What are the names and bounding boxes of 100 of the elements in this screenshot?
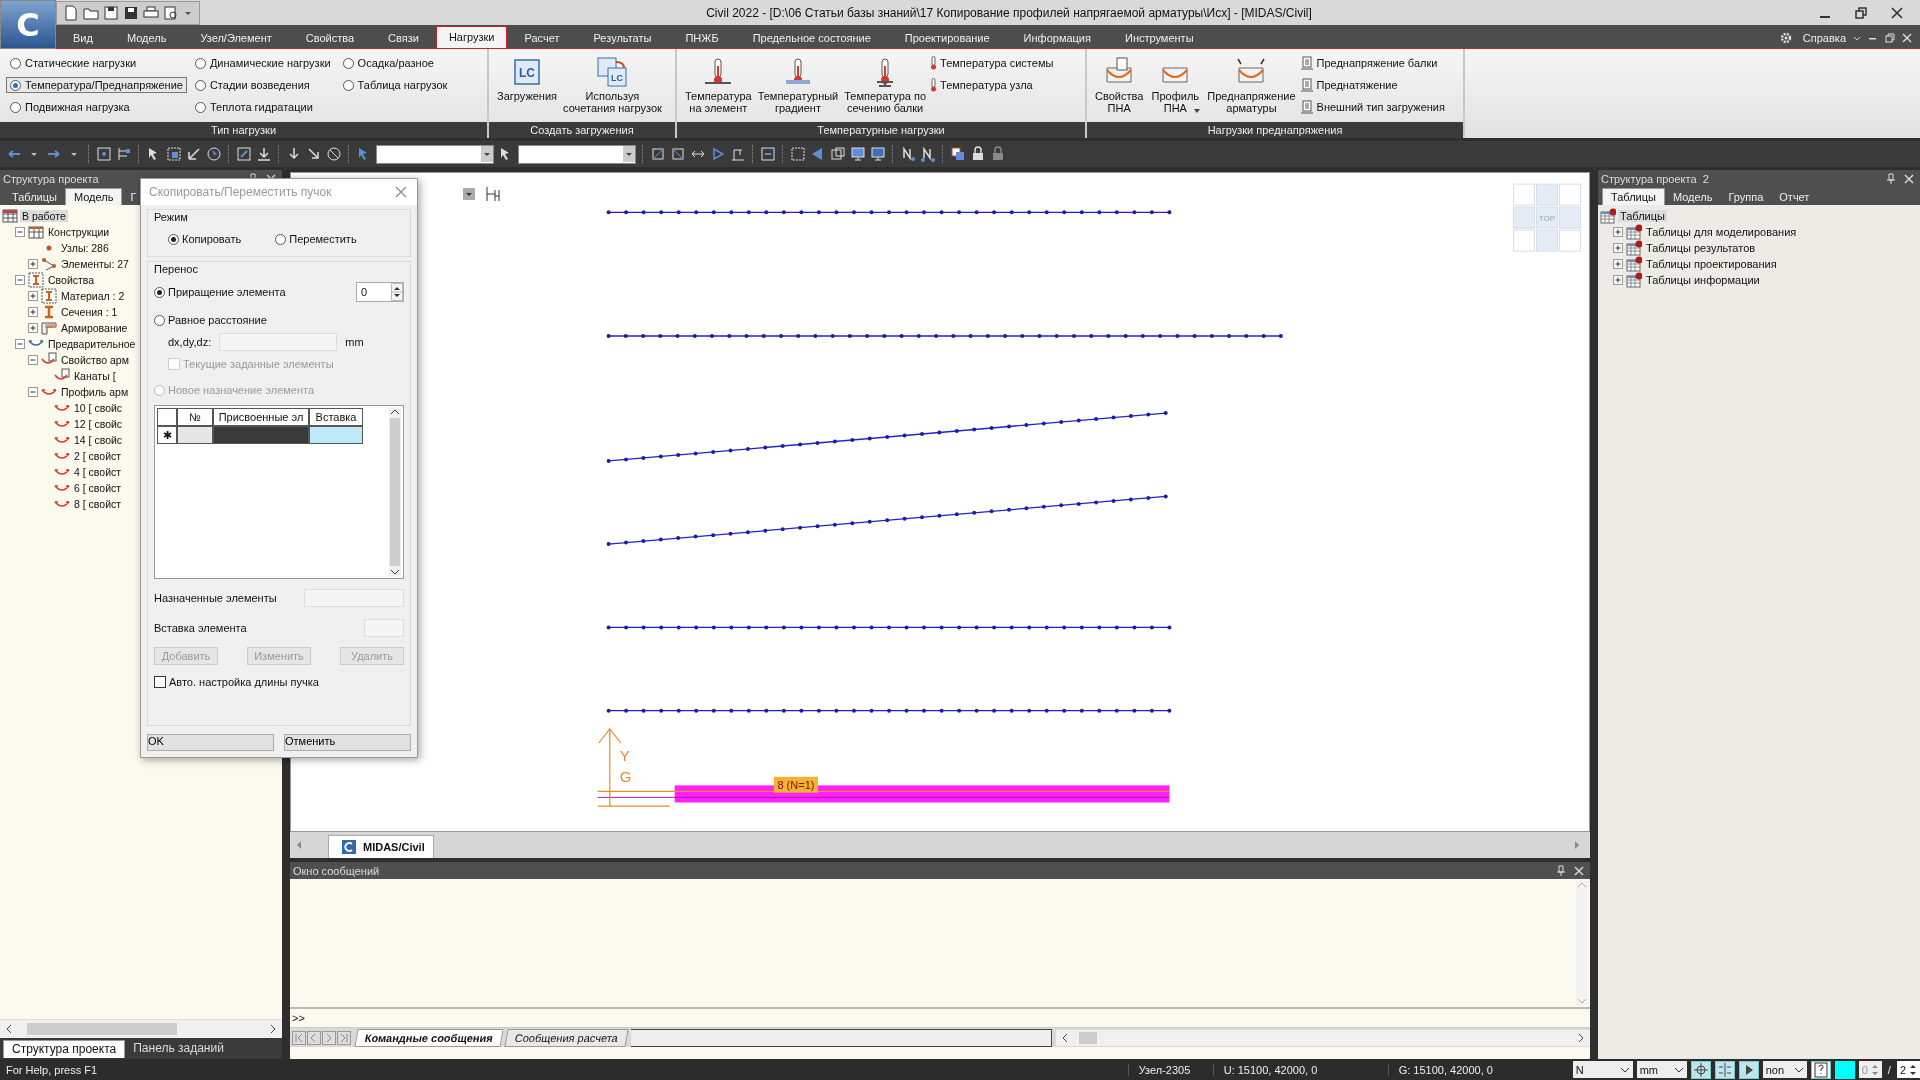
radio-button[interactable]	[342, 57, 354, 69]
pin-icon[interactable]	[1556, 864, 1566, 877]
help-menu[interactable]: Справка	[1802, 32, 1846, 44]
caret-icon[interactable]	[623, 145, 635, 162]
horizontal-scrollbar[interactable]	[1055, 1029, 1590, 1046]
radio-button[interactable]	[342, 79, 354, 91]
spin-arrows-icon[interactable]	[391, 283, 403, 301]
tree-item[interactable]: 14 [ свойс	[72, 434, 125, 446]
scroll-left-icon[interactable]	[5, 1024, 13, 1034]
tree-item[interactable]: 8 [ свойст	[72, 498, 124, 510]
menu-tab[interactable]: Нагрузки	[435, 26, 508, 48]
zoom-box-icon[interactable]	[760, 146, 776, 162]
tab-navigation-icon[interactable]	[292, 1030, 352, 1045]
table-cell[interactable]	[177, 426, 213, 444]
scroll-thumb[interactable]	[1078, 1031, 1097, 1044]
tree-item[interactable]: Конструкции	[46, 226, 112, 238]
crane-icon[interactable]	[730, 146, 746, 162]
tree-item[interactable]: В работе	[20, 210, 68, 222]
panel-tab[interactable]: Таблицы	[1602, 188, 1665, 205]
radio-button[interactable]	[275, 233, 287, 245]
tree-item[interactable]: Узлы: 286	[59, 242, 111, 254]
checkbox[interactable]	[154, 676, 166, 688]
scroll-right-icon[interactable]	[269, 1024, 277, 1034]
menu-tab[interactable]: Информация	[1006, 28, 1108, 48]
menu-tab[interactable]: Проектирование	[887, 28, 1007, 48]
window-icon[interactable]	[830, 146, 846, 162]
radio-button[interactable]	[168, 233, 179, 245]
monitor-icon[interactable]	[850, 146, 866, 162]
tree-item[interactable]: Свойство арм	[59, 354, 131, 366]
print-preview-icon[interactable]	[163, 4, 179, 21]
collapse-icon[interactable]	[28, 386, 39, 398]
expand-icon[interactable]	[1613, 274, 1624, 286]
radio-button[interactable]	[10, 57, 21, 69]
menu-tab[interactable]: Модель	[109, 28, 184, 48]
vertical-scrollbar[interactable]	[389, 408, 401, 576]
table-cell[interactable]	[213, 426, 309, 444]
frame-icon[interactable]	[650, 146, 666, 162]
dialog-button[interactable]: Отменить	[284, 734, 411, 751]
caret-icon[interactable]	[481, 145, 493, 162]
gear-icon[interactable]	[1778, 31, 1793, 45]
expand-icon[interactable]	[28, 290, 39, 302]
app-logo[interactable]: C	[0, 0, 56, 49]
printer-icon[interactable]	[143, 4, 159, 21]
frame-icon[interactable]	[670, 146, 686, 162]
dropdown-icon[interactable]	[463, 188, 475, 200]
ribbon-button[interactable]: LC Загружения	[495, 52, 560, 122]
panel-tab[interactable]: Г	[122, 189, 145, 205]
ribbon-button[interactable]: Температура на элемент	[683, 52, 754, 122]
tree-item[interactable]: Таблицы	[1618, 210, 1667, 222]
tree-select-icon[interactable]	[116, 146, 132, 162]
dashed-box-icon[interactable]	[790, 146, 806, 162]
number-spinner[interactable]: 2	[1896, 1061, 1920, 1078]
menu-tab[interactable]: Инструменты	[1107, 28, 1211, 48]
ribbon-button[interactable]: Внешний тип загружения	[1299, 98, 1445, 116]
caret-icon[interactable]	[1793, 1065, 1804, 1074]
message-tab[interactable]: Сообщения расчета	[504, 1028, 629, 1047]
ribbon-button[interactable]: Профиль ПНА	[1147, 52, 1204, 122]
ribbon-button[interactable]: Температура системы	[930, 54, 1054, 72]
ribbon-button[interactable]: Температура узла	[930, 76, 1054, 94]
panel-tab[interactable]: Группа	[1720, 189, 1772, 205]
snap-icon[interactable]	[1690, 1060, 1711, 1079]
scroll-up-icon[interactable]	[390, 408, 400, 416]
dropdown-field[interactable]	[376, 144, 494, 164]
copy-window-icon[interactable]	[950, 146, 966, 162]
ribbon-button[interactable]: Преднапряжение арматуры	[1205, 52, 1298, 122]
play-icon[interactable]	[1738, 1060, 1759, 1079]
tree-item[interactable]: Свойства	[46, 274, 97, 286]
panel-tab[interactable]: Модель	[64, 188, 123, 205]
panel-tab[interactable]: Панель заданий	[125, 1040, 232, 1057]
tree-item[interactable]: Таблицы для моделирования	[1644, 226, 1799, 238]
horizontal-scrollbar[interactable]	[0, 1019, 282, 1038]
caret-icon[interactable]	[1193, 108, 1202, 114]
message-tab[interactable]: Командные сообщения	[354, 1028, 504, 1047]
radio-button[interactable]	[10, 101, 21, 113]
expand-icon[interactable]	[1613, 242, 1624, 254]
radio-button[interactable]	[154, 314, 165, 326]
tree-item[interactable]: Материал : 2	[59, 290, 127, 302]
menu-tab[interactable]: ПНЖБ	[668, 28, 736, 48]
ribbon-button[interactable]: Температурный градиент	[755, 52, 841, 122]
caret-icon[interactable]	[1619, 1065, 1630, 1074]
close-icon[interactable]	[1890, 5, 1904, 20]
restore-icon[interactable]	[1885, 32, 1895, 44]
monitor-icon[interactable]	[870, 146, 886, 162]
ribbon-button[interactable]: Преднапряжение балки	[1299, 54, 1445, 72]
radio-button[interactable]	[10, 79, 21, 91]
panel-tab[interactable]: Модель	[1664, 189, 1721, 205]
expand-icon[interactable]	[1613, 226, 1624, 238]
menu-tab[interactable]: Узел/Элемент	[183, 28, 289, 48]
dropdown-field[interactable]	[518, 144, 636, 164]
restore-icon[interactable]	[1854, 5, 1868, 20]
collapse-icon[interactable]	[28, 354, 39, 366]
tree-item[interactable]: Элементы: 27	[59, 258, 131, 270]
document-tab[interactable]: MIDAS/Civil	[328, 835, 434, 858]
menu-tab[interactable]: Результаты	[576, 28, 669, 48]
radio-button[interactable]	[194, 79, 206, 91]
download-arrow-icon[interactable]	[256, 146, 272, 162]
expand-icon[interactable]	[1613, 258, 1624, 270]
scroll-down-icon[interactable]	[390, 568, 400, 576]
axis-icon[interactable]	[485, 186, 503, 202]
tree-item[interactable]: 10 [ свойс	[72, 402, 125, 414]
